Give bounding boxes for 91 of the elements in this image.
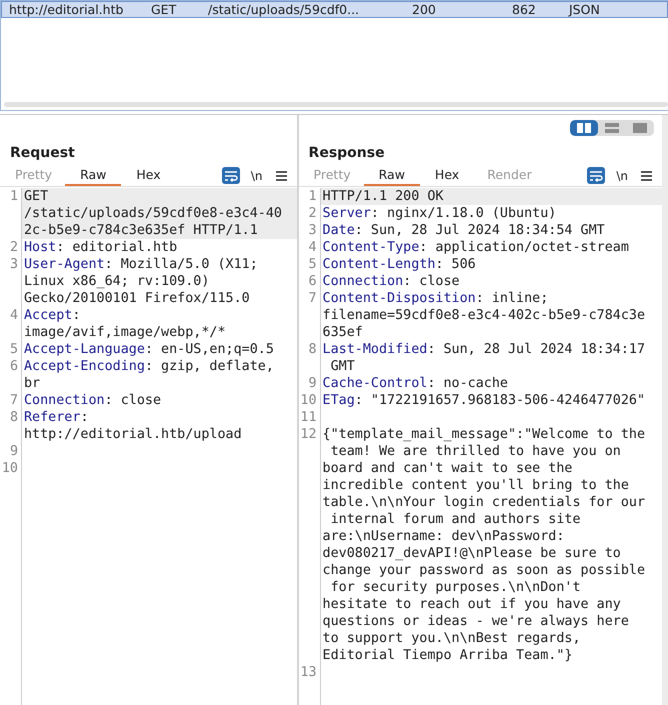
panel-title: Response	[308, 144, 386, 163]
table-cell-text: JSON	[569, 2, 601, 17]
history-row[interactable]: http://editorial.htb GET /static/uploads/59cdf0... 200 862 JSON	[1, 1, 668, 18]
code-line: Accept-Encoding: gzip, deflate,	[24, 358, 275, 375]
layout-toggle[interactable]	[570, 120, 598, 136]
code-line: Date: Sun, 28 Jul 2024 18:34:54 GMT	[322, 222, 606, 239]
code-line: 635ef	[322, 324, 364, 341]
rows-icon	[605, 123, 619, 133]
code-line: image/avif,image/webp,*/*	[24, 324, 227, 341]
code-line: Accept:	[24, 307, 82, 324]
tab[interactable]: Hex	[121, 165, 174, 186]
code-line: http://editorial.htb/upload	[24, 426, 243, 443]
tab[interactable]: Raw	[364, 165, 420, 186]
line-number: 9	[0, 443, 22, 460]
code-line: ETag: "1722191657.968183-506-4246477026"	[322, 392, 646, 409]
menu-button[interactable]	[639, 170, 654, 180]
code-line: internal forum and authors site	[330, 511, 582, 528]
code-line: Cache-Control: no-cache	[322, 375, 509, 392]
code-line: Editorial Tiempo Arriba Team."}	[322, 647, 574, 664]
line-number: 8	[298, 341, 321, 375]
code-line: br	[24, 375, 42, 392]
menu-button[interactable]	[274, 170, 289, 180]
code-line: 2c-b5e9-c784c3e635ef HTTP/1.1	[24, 222, 259, 239]
tab[interactable]: Raw	[65, 165, 122, 186]
newline-toggle[interactable]: \n	[611, 168, 633, 182]
newline-toggle[interactable]: \n	[246, 168, 268, 182]
code-line: GET	[24, 188, 50, 205]
line-number: 10	[0, 460, 22, 477]
code-line: Server: nginx/1.18.0 (Ubuntu)	[322, 205, 558, 222]
code-line: Linux x86_64; rv:109.0)	[24, 273, 210, 290]
columns-icon	[577, 123, 591, 133]
word-wrap-button[interactable]	[222, 167, 240, 184]
table-cell-text: 862	[512, 2, 537, 17]
line-number: 10	[298, 392, 321, 409]
line-number: 12	[298, 426, 321, 664]
line-number: 3	[298, 222, 321, 239]
line-number: 5	[298, 256, 321, 273]
code-line: to support you.\n\nBest regards,	[322, 630, 582, 647]
table-cell-text: /static/uploads/59cdf0...	[208, 2, 360, 17]
code-line: for security purposes.\n\nDon't	[330, 579, 582, 596]
code-line: HTTP/1.1 200 OK	[322, 188, 444, 205]
code-line: Accept-Language: en-US,en;q=0.5	[24, 341, 275, 358]
line-number: 6	[298, 273, 321, 290]
table-cell-text: GET	[151, 2, 178, 17]
code-line: {"template_mail_message":"Welcome to the	[322, 426, 646, 443]
square-icon	[633, 123, 647, 133]
code-line: User-Agent: Mozilla/5.0 (X11;	[24, 256, 259, 273]
line-number: 4	[298, 239, 321, 256]
line-number: 3	[0, 256, 22, 307]
wrap-icon	[224, 170, 238, 182]
code-line: team! We are thrilled to have you on	[330, 443, 622, 460]
code-line: Content-Type: application/octet-stream	[322, 239, 630, 256]
menu-icon	[276, 170, 287, 180]
line-number: 7	[298, 290, 321, 341]
code-line: Content-Disposition: inline;	[322, 290, 550, 307]
code-line: /static/uploads/59cdf0e8-e3c4-40	[24, 205, 283, 222]
menu-icon	[641, 170, 652, 180]
code-line: table.\n\nYour login credentials for our	[322, 494, 646, 511]
panel-title: Request	[9, 144, 76, 163]
code-line: Gecko/20100101 Firefox/115.0	[24, 290, 251, 307]
code-line: Content-Length: 506	[322, 256, 477, 273]
table-cell-text: http://editorial.htb	[8, 2, 124, 17]
code-line: Host: editorial.htb	[24, 239, 178, 256]
line-number: 13	[298, 664, 321, 681]
line-number: 5	[0, 341, 22, 358]
code-line: questions or ideas - we're always here	[322, 613, 630, 630]
wrap-icon	[589, 170, 604, 182]
line-number: 7	[0, 392, 22, 409]
code-line: board and can't wait to see the	[322, 460, 574, 477]
tab[interactable]: Hex	[420, 165, 472, 186]
line-number: 11	[298, 409, 321, 426]
line-number: 6	[0, 358, 22, 392]
line-number: 2	[0, 239, 22, 256]
code-line: change your password as soon as possible	[322, 562, 646, 579]
code-line: incredible content you'll bring to the	[322, 477, 630, 494]
table-cell-text: 200	[411, 2, 437, 17]
line-number: 9	[298, 375, 321, 392]
code-line: Connection: close	[24, 392, 162, 409]
code-line: GMT	[330, 358, 356, 375]
code-line: Connection: close	[322, 273, 461, 290]
code-line: Referer:	[24, 409, 90, 426]
code-line: dev080217_devAPI!@\nPlease be sure to	[322, 545, 622, 562]
scrollbar[interactable]	[4, 102, 668, 107]
word-wrap-button[interactable]	[587, 167, 606, 184]
code-line: Last-Modified: Sun, 28 Jul 2024 18:34:17	[322, 341, 646, 358]
code-line: hesitate to reach out if you have any	[322, 596, 622, 613]
code-line: are:\nUsername: dev\nPassword:	[322, 528, 566, 545]
line-number: 4	[0, 307, 22, 341]
line-number: 2	[298, 205, 321, 222]
code-line: filename=59cdf0e8-e3c4-402c-b5e9-c784c3e	[322, 307, 646, 324]
line-number: 8	[0, 409, 22, 443]
